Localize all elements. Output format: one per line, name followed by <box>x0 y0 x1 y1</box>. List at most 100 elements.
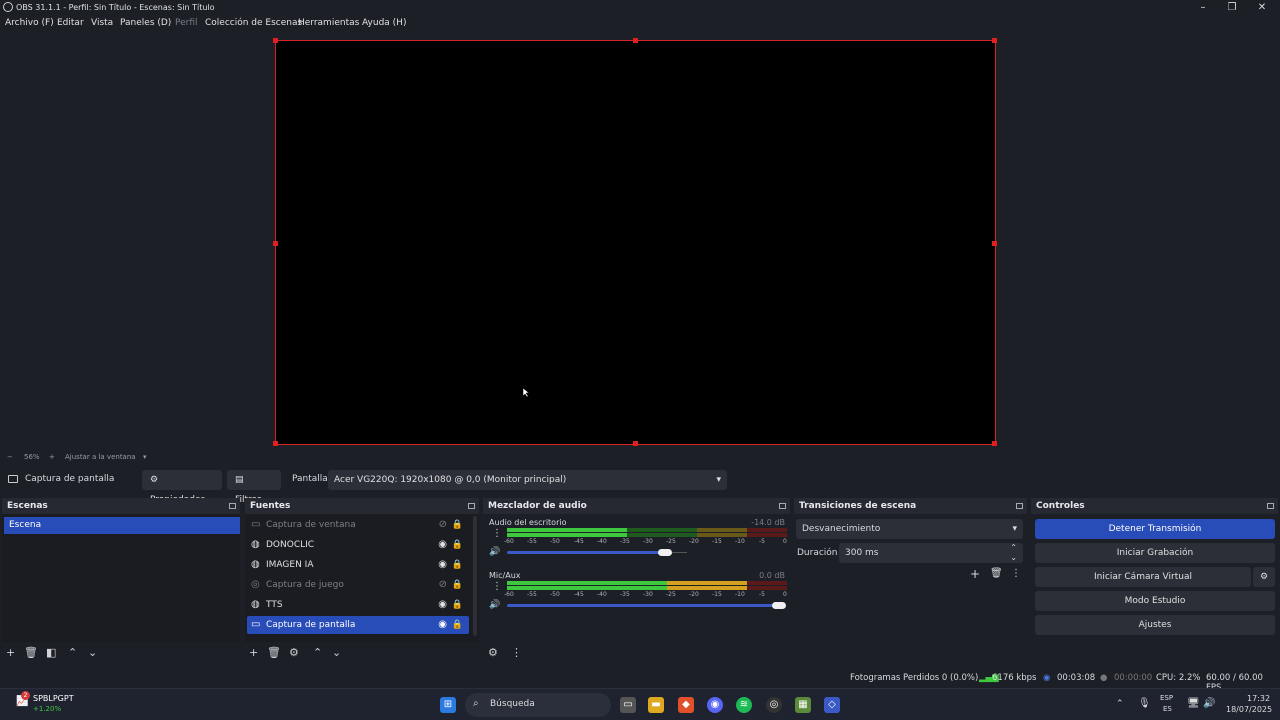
kebab-menu-icon[interactable]: ⋮ <box>492 528 502 539</box>
taskbar-search[interactable]: ⌕ Búsqueda <box>465 693 611 717</box>
duration-spinbox[interactable]: 300 ms ⌃ ⌄ <box>839 543 1023 563</box>
menu-archivo[interactable]: Archivo (F) <box>5 18 54 28</box>
undock-icon[interactable] <box>229 503 236 509</box>
eye-icon[interactable]: ◉ <box>438 536 447 554</box>
volume-slider-fill[interactable] <box>507 551 667 554</box>
resize-handle[interactable] <box>633 38 638 43</box>
scene-item[interactable]: Escena <box>4 517 240 534</box>
lock-icon[interactable]: 🔒 <box>452 536 463 554</box>
move-up-icon[interactable]: ⌃ <box>68 647 77 659</box>
language-top[interactable]: ESP <box>1160 694 1173 702</box>
resize-handle[interactable] <box>273 441 278 446</box>
obs-taskbar-icon[interactable]: ◎ <box>766 697 782 713</box>
add-icon[interactable]: + <box>6 647 15 659</box>
menu-herramientas[interactable]: Herramientas <box>298 18 359 28</box>
source-row-selected[interactable]: ▭ Captura de pantalla ◉ 🔒 <box>247 616 469 634</box>
language-bottom[interactable]: ES <box>1163 705 1172 713</box>
chevron-down-icon[interactable]: ▾ <box>143 453 147 461</box>
transition-select[interactable]: Desvanecimiento ▾ <box>796 519 1023 539</box>
clock-time[interactable]: 17:32 <box>1247 694 1270 703</box>
trash-icon[interactable]: 🗑 <box>990 568 1003 579</box>
windows-start-icon[interactable]: ⊞ <box>440 697 456 713</box>
lock-icon[interactable]: 🔒 <box>452 576 463 594</box>
add-icon[interactable]: + <box>970 567 980 581</box>
eye-icon[interactable]: ◉ <box>438 616 447 634</box>
filters-button[interactable]: ▤ Filtros <box>227 470 281 505</box>
kebab-menu-icon[interactable]: ⋮ <box>492 581 502 592</box>
menu-coleccion[interactable]: Colección de Escenas <box>205 18 302 28</box>
volume-icon[interactable]: 🔊 <box>1203 698 1215 709</box>
resize-handle[interactable] <box>633 441 638 446</box>
undock-icon[interactable] <box>1267 503 1274 509</box>
discord-icon[interactable]: ◉ <box>707 697 723 713</box>
studio-mode-button[interactable]: Modo Estudio <box>1035 591 1275 611</box>
eye-icon[interactable]: ◉ <box>438 556 447 574</box>
file-explorer-icon[interactable]: ▬ <box>648 697 664 713</box>
resize-handle[interactable] <box>273 38 278 43</box>
move-down-icon[interactable]: ⌄ <box>88 647 97 659</box>
menu-vista[interactable]: Vista <box>91 18 113 28</box>
volume-slider-knob[interactable] <box>772 602 786 609</box>
speaker-icon[interactable]: 🔊 <box>489 547 500 557</box>
zoom-out-button[interactable]: − <box>7 453 13 461</box>
task-view-icon[interactable]: ▭ <box>620 697 636 713</box>
resize-handle[interactable] <box>992 441 997 446</box>
gear-icon[interactable]: ⚙ <box>289 647 299 659</box>
lock-icon[interactable]: 🔒 <box>452 596 463 614</box>
eye-icon[interactable]: ◉ <box>438 596 447 614</box>
move-down-icon[interactable]: ⌄ <box>332 647 341 659</box>
advanced-audio-icon[interactable]: ⚙ <box>488 647 498 659</box>
undock-icon[interactable] <box>1016 503 1023 509</box>
properties-button[interactable]: ⚙ Propiedades <box>142 470 222 505</box>
virtual-camera-button[interactable]: Iniciar Cámara Virtual <box>1035 567 1251 587</box>
source-row[interactable]: ◍ DONOCLIC ◉ 🔒 <box>247 536 469 554</box>
settings-button[interactable]: Ajustes <box>1035 615 1275 635</box>
speaker-icon[interactable]: 🔊 <box>489 600 500 610</box>
resize-handle[interactable] <box>992 38 997 43</box>
menu-editar[interactable]: Editar <box>57 18 84 28</box>
lock-icon[interactable]: 🔒 <box>452 516 463 534</box>
source-row[interactable]: ◍ TTS ◉ 🔒 <box>247 596 469 614</box>
close-icon[interactable]: ✕ <box>1256 2 1268 13</box>
trash-icon[interactable]: 🗑 <box>267 647 281 659</box>
volume-slider-knob[interactable] <box>658 549 672 556</box>
microphone-icon[interactable]: 🎙 <box>1138 698 1151 709</box>
start-recording-button[interactable]: Iniciar Grabación <box>1035 543 1275 563</box>
restore-icon[interactable]: ❐ <box>1226 2 1238 13</box>
volume-slider-fill[interactable] <box>507 604 781 607</box>
filter-icon[interactable]: ◧ <box>46 647 56 659</box>
kebab-menu-icon[interactable]: ⋮ <box>1011 568 1021 579</box>
zoom-in-button[interactable]: + <box>49 453 55 461</box>
resize-handle[interactable] <box>273 241 278 246</box>
chevron-up-icon[interactable]: ⌃ <box>1116 699 1124 709</box>
resize-handle[interactable] <box>992 241 997 246</box>
preview-canvas[interactable] <box>273 38 997 446</box>
move-up-icon[interactable]: ⌃ <box>313 647 322 659</box>
source-row[interactable]: ◎ Captura de juego ⊘ 🔒 <box>247 576 469 594</box>
eye-hidden-icon[interactable]: ⊘ <box>439 516 447 534</box>
menu-perfil[interactable]: Perfil <box>175 18 198 28</box>
display-select[interactable]: Acer VG220Q: 1920x1080 @ 0,0 (Monitor pr… <box>328 470 727 490</box>
undock-icon[interactable] <box>779 503 786 509</box>
network-icon[interactable]: 🖥 <box>1187 698 1200 709</box>
virtual-camera-settings-button[interactable]: ⚙ <box>1253 567 1275 587</box>
lock-icon[interactable]: 🔒 <box>452 616 463 634</box>
kebab-menu-icon[interactable]: ⋮ <box>511 647 522 659</box>
eye-hidden-icon[interactable]: ⊘ <box>439 576 447 594</box>
menu-ayuda[interactable]: Ayuda (H) <box>362 18 406 28</box>
add-icon[interactable]: + <box>249 647 258 659</box>
menu-paneles[interactable]: Paneles (D) <box>120 18 171 28</box>
source-row[interactable]: ◍ IMAGEN IA ◉ 🔒 <box>247 556 469 574</box>
brave-browser-icon[interactable]: ◆ <box>678 697 694 713</box>
clock-date[interactable]: 18/07/2025 <box>1226 705 1272 714</box>
spin-down-icon[interactable]: ⌄ <box>1010 548 1017 568</box>
trash-icon[interactable]: 🗑 <box>24 647 38 659</box>
spotify-icon[interactable]: ≋ <box>736 697 752 713</box>
app-icon[interactable]: ◇ <box>824 697 840 713</box>
zoom-fit-label[interactable]: Ajustar a la ventana <box>65 453 136 461</box>
minecraft-icon[interactable]: ▦ <box>795 697 811 713</box>
lock-icon[interactable]: 🔒 <box>452 556 463 574</box>
stop-stream-button[interactable]: Detener Transmisión <box>1035 519 1275 539</box>
scrollbar[interactable] <box>473 516 477 636</box>
minimize-icon[interactable]: – <box>1197 2 1209 13</box>
